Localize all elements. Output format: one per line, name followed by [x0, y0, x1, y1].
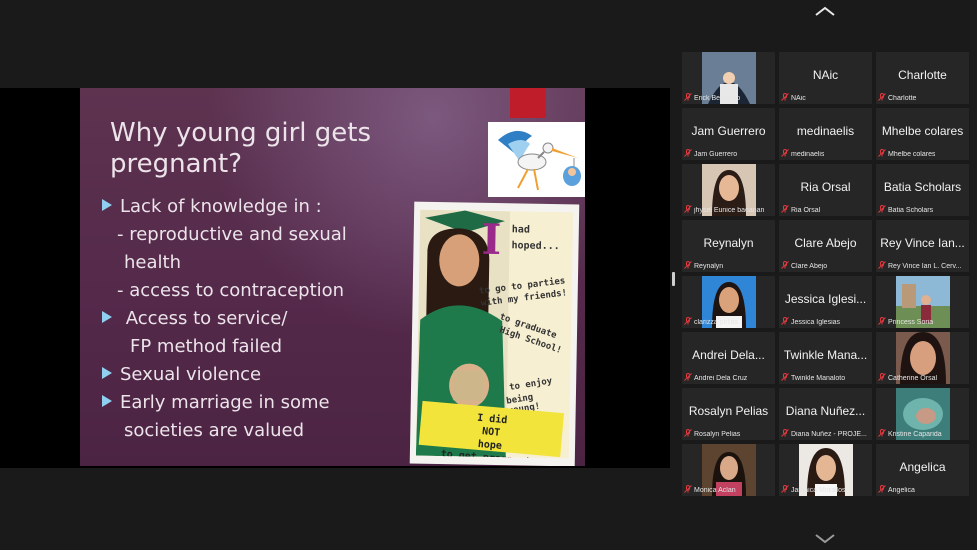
bullet-text: Access to service/ [120, 308, 288, 329]
participant-display-name: medinaelis [796, 124, 855, 138]
participant-display-name: Jessica Iglesi... [784, 292, 867, 306]
poster-text: hoped... [511, 240, 560, 253]
participant-name: Jamaica Morallos [791, 487, 846, 494]
participant-name: Kristine Caparida [888, 431, 942, 438]
participant-display-name: Reynalyn [703, 236, 754, 250]
participant-tile[interactable]: Twinkle Mana... Twinkle Manaloto [779, 332, 872, 384]
participant-tile[interactable]: Reynalyn Reynalyn [682, 220, 775, 272]
slide-title: Why young girl gets pregnant? [110, 118, 372, 179]
sub-bullet-text: - access to contraception [117, 280, 345, 301]
participant-display-name: Clare Abejo [794, 236, 857, 250]
poster-artwork: I had hoped... to go to parties with my … [415, 209, 574, 459]
participant-name: Twinkle Manaloto [791, 375, 846, 382]
participant-tile[interactable]: Andrei Dela... Andrei Dela Cruz [682, 332, 775, 384]
chevron-up-icon [815, 6, 835, 16]
participant-name: NAic [791, 95, 806, 102]
bullet-icon [102, 395, 112, 407]
participant-name: Rosalyn Pelias [694, 431, 741, 438]
stork-clipart [488, 122, 585, 197]
participant-tile[interactable]: Kristine Caparida [876, 388, 969, 440]
participant-tile[interactable]: Rosalyn Pelias Rosalyn Pelias [682, 388, 775, 440]
participant-display-name: Andrei Dela... [692, 348, 765, 362]
participant-tile[interactable]: Monica Aclan [682, 444, 775, 496]
scroll-down-button[interactable] [812, 532, 838, 544]
participant-display-name: Jam Guerrero [691, 124, 766, 138]
participant-tile[interactable]: Clare Abejo Clare Abejo [779, 220, 872, 272]
participant-tile[interactable]: Princess Soria [876, 276, 969, 328]
participant-name: Jam Guerrero [694, 151, 738, 158]
shared-screen: Why young girl gets pregnant? Lack of kn… [0, 88, 670, 468]
participant-display-name: Mhelbe colares [881, 124, 964, 138]
participant-tile[interactable]: clarizza pelias [682, 276, 775, 328]
participant-name: Catherine Orsal [888, 375, 938, 382]
participant-tile[interactable]: medinaelis medinaelis [779, 108, 872, 160]
participant-tile[interactable]: Rey Vince Ian... Rey Vince Ian L. Cerv... [876, 220, 969, 272]
slide-accent-tab [510, 88, 546, 118]
bullet-icon [102, 367, 112, 379]
participant-name: Angelica [888, 487, 915, 494]
participant-tile[interactable]: jhysel Eunice baoanan [682, 164, 775, 216]
participant-tile[interactable]: Catherine Orsal [876, 332, 969, 384]
bullet-item: Early marriage in some [102, 392, 330, 413]
participant-name: Princess Soria [888, 319, 934, 326]
bullet-icon [102, 311, 112, 323]
panel-resize-handle[interactable] [672, 272, 675, 286]
participant-display-name: Charlotte [898, 68, 947, 82]
participant-name: Erick Bernardo [694, 95, 741, 102]
participant-tile[interactable]: Ria Orsal Ria Orsal [779, 164, 872, 216]
participant-name: Ria Orsal [791, 207, 821, 214]
bullet-text: Early marriage in some [120, 392, 330, 413]
poster-big-letter: I [481, 214, 502, 265]
bullet-item: Lack of knowledge in : [102, 196, 322, 217]
participant-tile[interactable]: Diana Nuñez... Diana Nuñez - PROJE... [779, 388, 872, 440]
sub-bullet-text: health [124, 252, 181, 273]
participant-tile[interactable]: NAic NAic [779, 52, 872, 104]
bullet-text: Lack of knowledge in : [120, 196, 322, 217]
participant-display-name: Ria Orsal [800, 180, 851, 194]
participant-name: Reynalyn [694, 263, 724, 270]
participant-name: Clare Abejo [791, 263, 828, 270]
participant-tile[interactable]: Erick Bernardo [682, 52, 775, 104]
participant-tile[interactable]: Mhelbe colares Mhelbe colares [876, 108, 969, 160]
participant-display-name: Diana Nuñez... [785, 404, 866, 418]
poster-text: had [511, 224, 530, 236]
participant-display-name: NAic [812, 68, 839, 82]
bullet-item: Access to service/ [102, 308, 287, 329]
participant-name: Andrei Dela Cruz [694, 375, 748, 382]
participant-display-name: Batia Scholars [883, 180, 962, 194]
bullet-continuation: FP method failed [130, 336, 283, 357]
participant-tile[interactable]: Batia Scholars Batia Scholars [876, 164, 969, 216]
participant-name: jhysel Eunice baoanan [694, 207, 765, 214]
participant-tile[interactable]: Jessica Iglesi... Jessica Iglesias [779, 276, 872, 328]
presentation-slide: Why young girl gets pregnant? Lack of kn… [80, 88, 585, 466]
chevron-down-icon [815, 534, 835, 544]
participant-name: Rey Vince Ian L. Cerv... [888, 263, 962, 270]
participant-name: clarizza pelias [694, 319, 738, 326]
participant-name: Mhelbe colares [888, 151, 936, 158]
bullet-text: Sexual violence [120, 364, 262, 385]
bullet-icon [102, 199, 112, 211]
participant-display-name: Twinkle Mana... [783, 348, 868, 362]
participant-display-name: Angelica [899, 460, 946, 474]
participant-tile[interactable]: Jamaica Morallos [779, 444, 872, 496]
participant-name: Charlotte [888, 95, 917, 102]
participant-name: Jessica Iglesias [791, 319, 841, 326]
participant-name: Batia Scholars [888, 207, 934, 214]
pregnancy-poster: I had hoped... to go to parties with my … [409, 201, 580, 466]
participant-display-name: Rey Vince Ian... [880, 236, 965, 250]
participant-tile[interactable]: Charlotte Charlotte [876, 52, 969, 104]
participant-name: Monica Aclan [694, 487, 736, 494]
participant-name: medinaelis [791, 151, 825, 158]
bullet-continuation: societies are valued [124, 420, 305, 441]
participant-tile[interactable]: Angelica Angelica [876, 444, 969, 496]
sub-bullet-text: - reproductive and sexual [117, 224, 347, 245]
participant-name: Diana Nuñez - PROJE... [791, 431, 867, 438]
participant-display-name: Rosalyn Pelias [688, 404, 769, 418]
participant-tile[interactable]: Jam Guerrero Jam Guerrero [682, 108, 775, 160]
bullet-item: Sexual violence [102, 364, 261, 385]
scroll-up-button[interactable] [812, 5, 838, 17]
